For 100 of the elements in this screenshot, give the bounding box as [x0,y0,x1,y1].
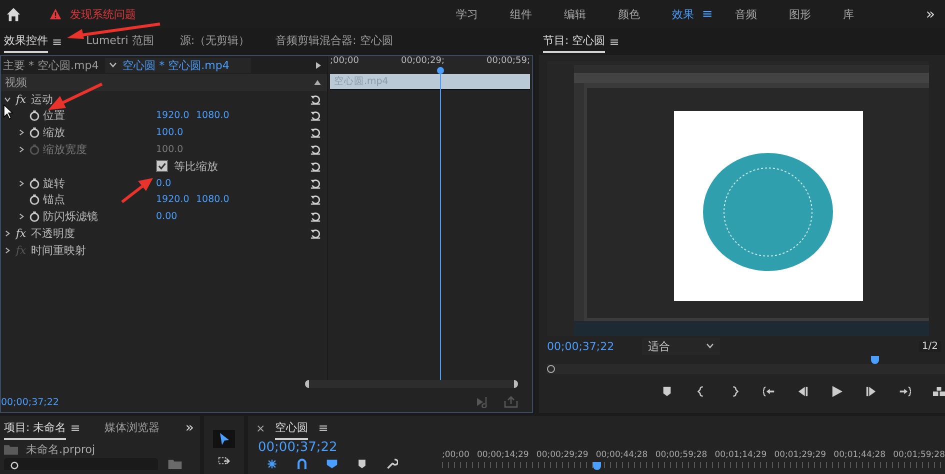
panel-menu[interactable]: ≡ [318,421,328,435]
play-triangle-icon[interactable] [316,62,321,68]
effect-label: 时间重映射 [31,242,86,258]
mouse-cursor-icon [3,104,13,120]
timecode[interactable]: 00;00;37;22 [547,340,614,352]
property-label: 旋转 [43,176,65,190]
reset-icon[interactable] [310,160,321,172]
ruler-label: 00;01;29;29 [774,450,826,460]
checkbox[interactable] [156,160,168,172]
step-forward-icon[interactable] [865,386,877,396]
selection-tool[interactable] [213,430,235,448]
overflow-button[interactable]: » [926,5,935,23]
reset-icon[interactable] [310,211,321,222]
close-button[interactable]: × [256,422,266,434]
expand-chevron-icon[interactable] [4,96,10,102]
go-to-out-icon[interactable] [899,386,911,396]
overflow-button[interactable]: » [185,420,194,436]
zoom-handle[interactable] [547,365,555,373]
property-value[interactable]: 1080.0 [196,194,236,206]
stopwatch-icon[interactable] [29,127,40,138]
stopwatch-icon[interactable] [29,110,40,122]
section-label: 视频 [5,74,27,90]
workspace-tab[interactable]: 编辑 [564,6,586,22]
scrubber-track[interactable] [547,356,945,374]
property-label: 缩放宽度 [43,143,87,156]
resolution-dropdown[interactable]: 1/2 [918,340,941,352]
expand-chevron-icon[interactable] [4,230,10,238]
search-icon [10,461,19,470]
playhead[interactable] [871,356,880,364]
linked-selection-icon[interactable] [326,458,338,470]
lift-icon[interactable] [933,386,945,396]
workspace-tab[interactable]: 组件 [510,6,532,22]
reset-icon[interactable] [310,127,321,138]
fx-icon[interactable]: fx [16,92,26,106]
snap-magnet-icon[interactable] [296,458,308,470]
panel-menu[interactable]: ≡ [609,34,620,48]
panel-tab[interactable]: 媒体浏览器 [104,416,160,440]
property-value[interactable]: 100.0 [156,127,196,138]
clip-dropdown[interactable]: 空心圆 * 空心圆.mp4 [104,58,252,72]
property-value[interactable]: 0.00 [156,211,196,222]
panel-menu[interactable]: ≡ [70,421,80,435]
ruler-label: 00;00;44;28 [596,450,648,460]
playhead[interactable] [592,462,601,470]
nest-icon[interactable] [266,458,278,470]
caret-icon [706,343,714,349]
fx-icon[interactable]: fx [16,227,26,240]
workspace-tab[interactable]: 效果 [672,6,694,22]
marker-icon[interactable] [661,386,673,396]
reset-icon[interactable] [310,110,321,122]
property-value[interactable]: 1920.0 [156,194,196,206]
reset-icon[interactable] [310,194,321,206]
workspace-tab[interactable]: 库 [842,6,854,22]
panel-tab[interactable]: 项目: 未命名 [4,416,66,440]
play-icon[interactable] [831,386,843,396]
scroll-up-icon[interactable] [314,80,321,85]
folder-icon [4,444,18,454]
stopwatch-icon[interactable] [29,211,40,222]
reset-icon[interactable] [310,178,321,189]
annotation-arrow [120,176,154,204]
master-clip-label: 主要 * 空心圆.mp4 [2,58,99,72]
expand-chevron-icon[interactable] [18,213,24,220]
reset-icon[interactable] [310,228,321,240]
zoom-scrollbar[interactable] [305,380,518,388]
expand-chevron-icon[interactable] [18,129,24,136]
timecode[interactable]: 00;00;37;22 [258,440,338,455]
step-back-icon[interactable] [797,386,809,396]
reset-icon[interactable] [310,144,321,156]
ruler-label: 00;00;29;29 [536,450,588,460]
go-to-in-icon[interactable] [763,386,775,396]
workspace-menu[interactable]: ≡ [702,6,713,22]
panel-tab[interactable]: 节目: 空心圆 [543,30,606,53]
panel-tab[interactable]: 音频剪辑混合器: 空心圆 [276,30,393,53]
workspace-tab[interactable]: 颜色 [618,6,640,22]
checkbox-label: 等比缩放 [174,158,218,174]
workspace-tab[interactable]: 学习 [456,6,478,22]
reset-icon[interactable] [310,94,321,105]
panel-tab[interactable]: 源:（无剪辑） [180,30,250,53]
new-bin-icon[interactable] [168,459,182,469]
panel-menu[interactable]: ≡ [52,34,62,48]
ruler-label: 00;00;29; [401,56,444,67]
sequence-tab[interactable]: 空心圆 [275,416,308,440]
caret-icon [108,62,117,68]
stopwatch-icon[interactable] [29,194,40,206]
ruler-label: ;00;00 [442,450,470,460]
search-field[interactable] [4,458,158,470]
property-value[interactable]: 1920.0 [156,110,196,122]
panel-tab[interactable]: Lumetri 范围 [86,30,154,53]
workspace-tab[interactable]: 音频 [734,6,757,22]
alert-link[interactable]: 发现系统问题 [70,6,136,22]
wrench-icon[interactable] [386,458,398,470]
expand-chevron-icon[interactable] [18,180,24,187]
panel-tab[interactable]: 效果控件 [4,30,48,53]
workspace-tab[interactable]: 图形 [788,6,811,22]
home-icon[interactable] [6,6,21,22]
property-value[interactable]: 1080.0 [196,110,236,122]
property-value[interactable]: 0.0 [156,178,196,189]
stopwatch-icon[interactable] [29,178,40,189]
ruler-label: 00;01;14;29 [714,450,767,460]
effect-label: 运动 [31,92,53,107]
marker-icon[interactable] [356,458,368,470]
